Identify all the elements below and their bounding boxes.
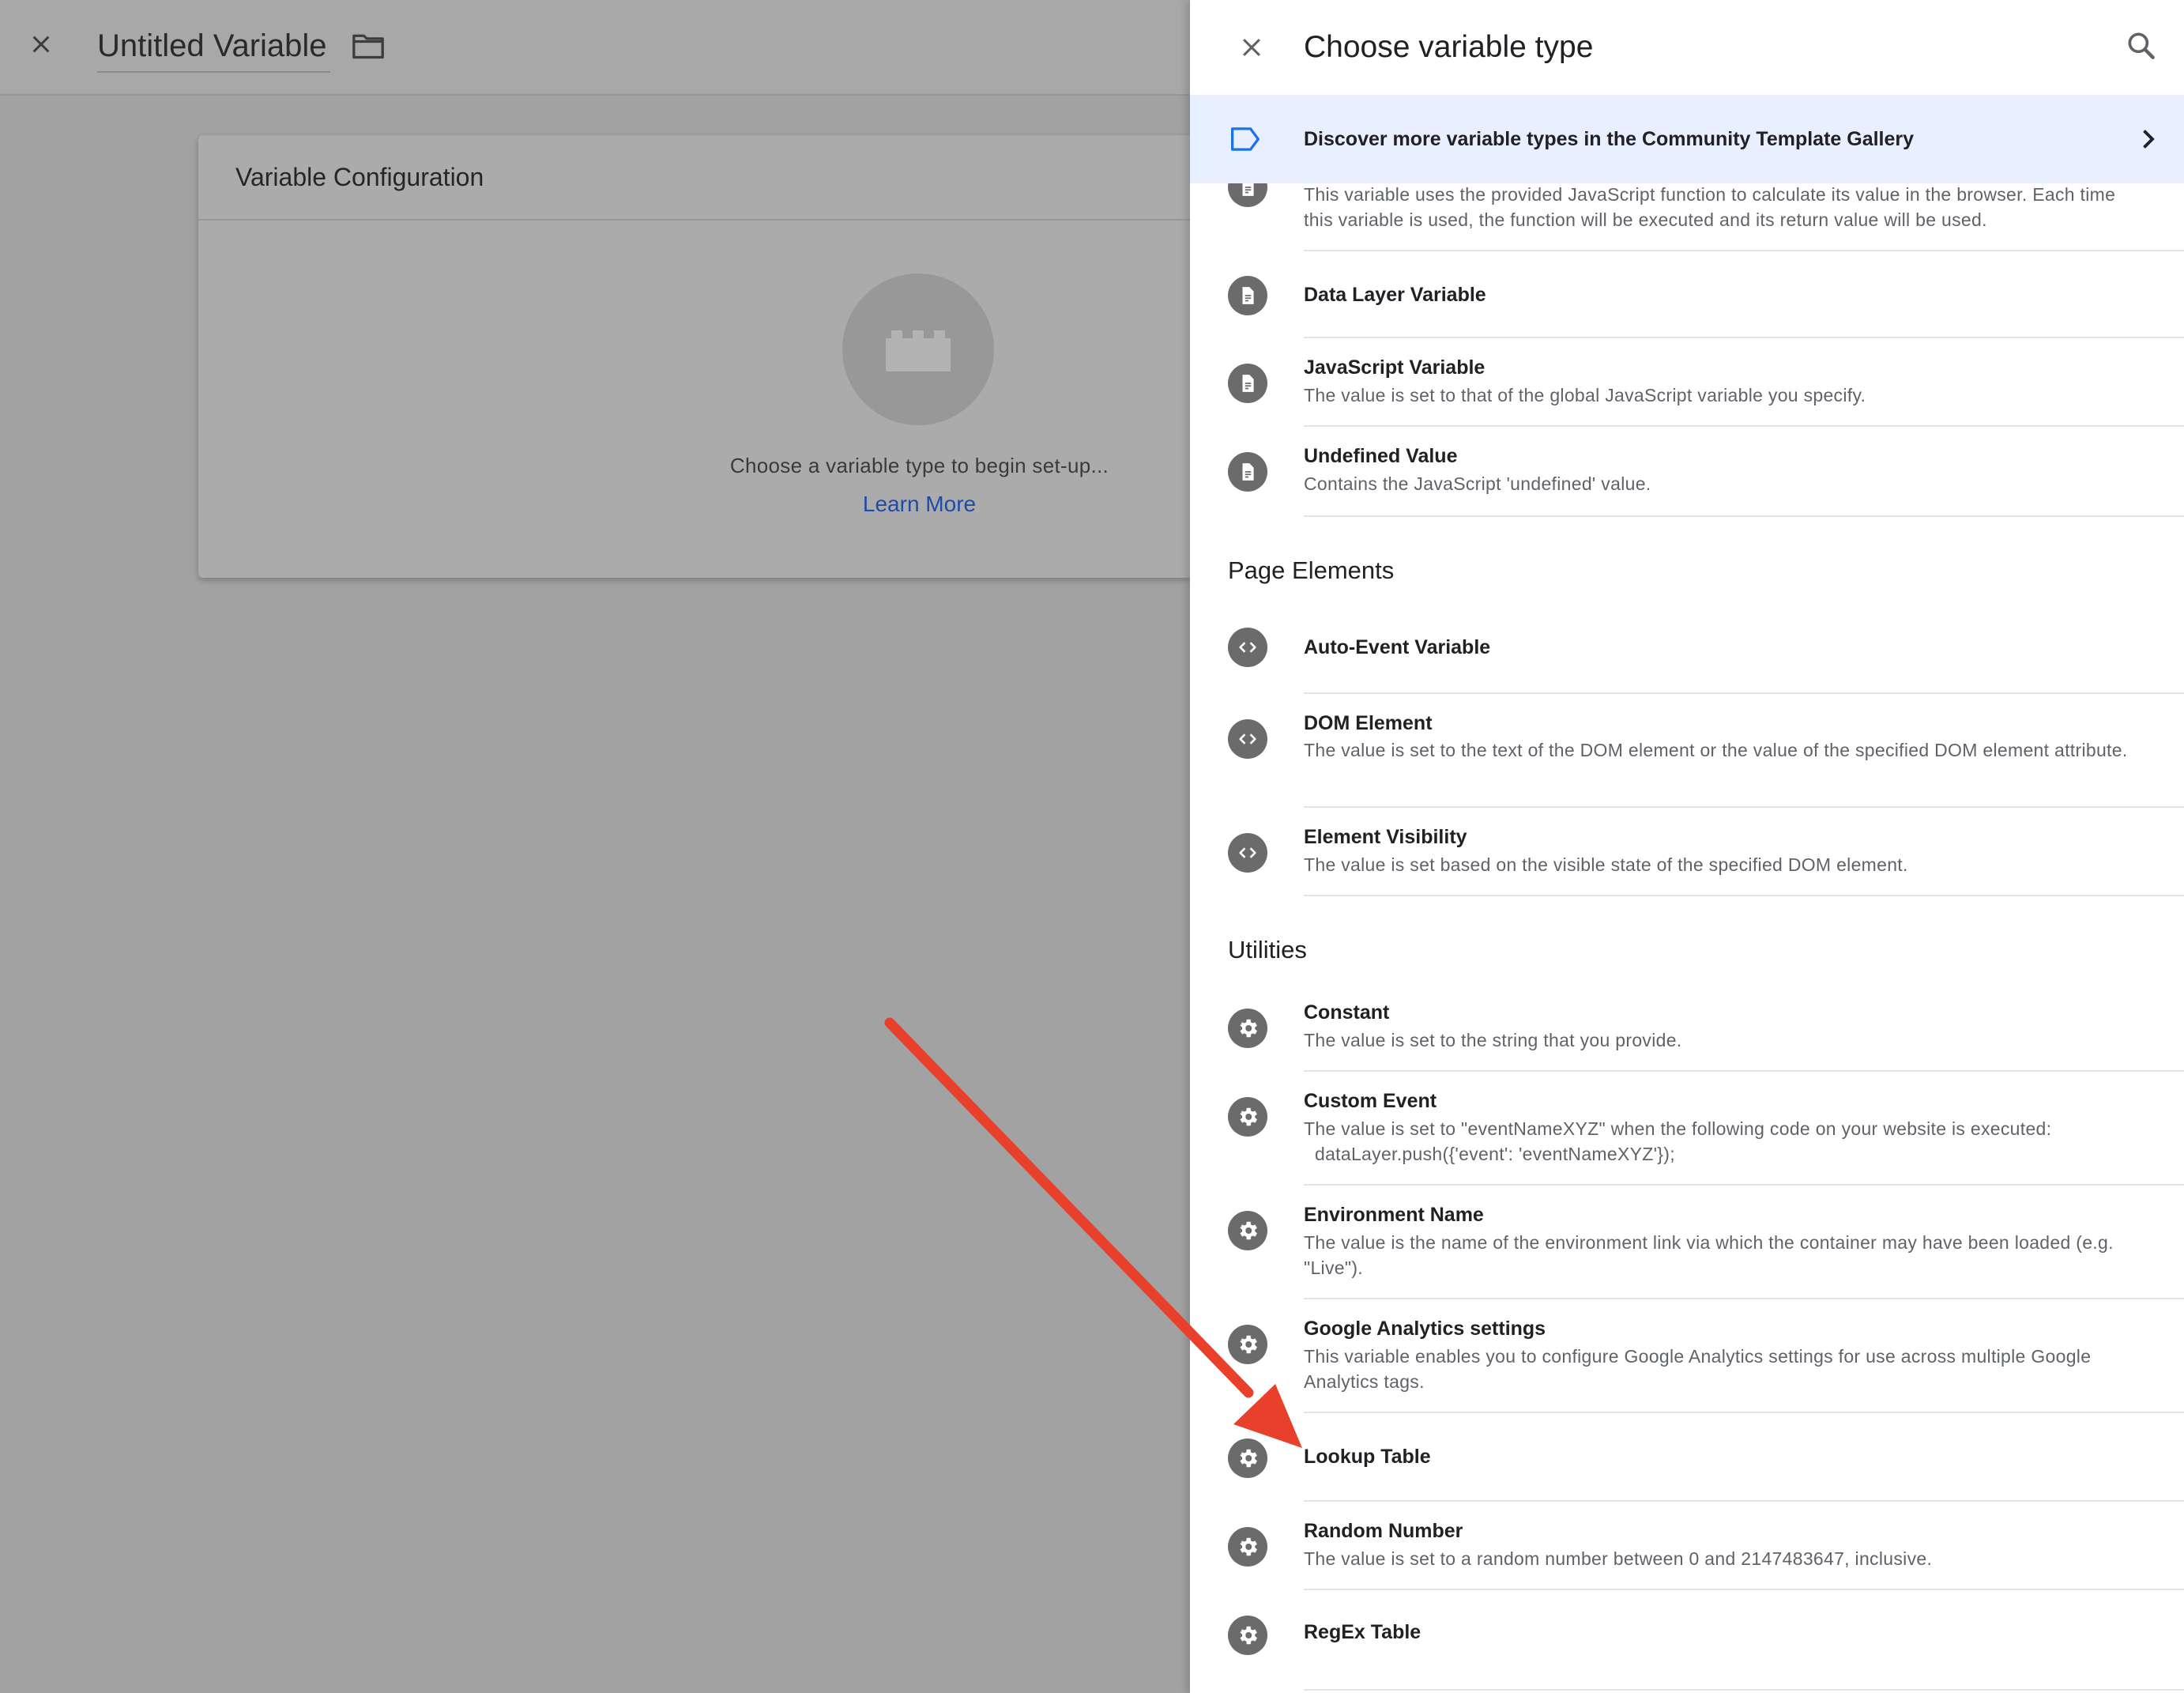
- list-item-data-layer-variable[interactable]: Data Layer Variable: [1190, 251, 2184, 338]
- list-item-dom-element[interactable]: DOM Element The value is set to the text…: [1190, 694, 2184, 808]
- variable-name-field[interactable]: Untitled Variable: [97, 21, 330, 73]
- list-item-desc: The value is the name of the environment…: [1304, 1232, 2114, 1278]
- list-item-title: Data Layer Variable: [1304, 284, 1486, 306]
- config-card-title: Variable Configuration: [198, 135, 1190, 221]
- list-item-desc: This variable enables you to configure G…: [1304, 1346, 2092, 1392]
- editor-top-bar: Untitled Variable: [0, 0, 1190, 96]
- list-item-title: Element Visibility: [1304, 826, 1467, 848]
- list-item-title: RegEx Table: [1304, 1621, 1421, 1643]
- document-icon: [1228, 276, 1267, 315]
- list-item-code-snippet: dataLayer.push({'event': 'eventNameXYZ'}…: [1315, 1144, 1675, 1164]
- gear-icon: [1228, 1438, 1267, 1478]
- list-item-title: Auto-Event Variable: [1304, 636, 1491, 658]
- list-item-undefined-value[interactable]: Undefined Value Contains the JavaScript …: [1190, 427, 2184, 517]
- gear-icon: [1228, 1211, 1267, 1250]
- list-item-title: JavaScript Variable: [1304, 356, 1485, 379]
- list-item-environment-name[interactable]: Environment Name The value is the name o…: [1190, 1186, 2184, 1299]
- list-item-element-visibility[interactable]: Element Visibility The value is set base…: [1190, 808, 2184, 896]
- list-item-desc: The value is set to a random number betw…: [1304, 1548, 1933, 1569]
- folder-icon[interactable]: [351, 30, 386, 62]
- gear-icon: [1228, 1616, 1267, 1655]
- chevron-right-icon: [2133, 125, 2162, 153]
- gear-icon: [1228, 1009, 1267, 1048]
- divider: [1304, 1689, 2184, 1691]
- gear-icon: [1228, 1325, 1267, 1364]
- list-item-title: Custom Event: [1304, 1090, 1437, 1112]
- list-item-custom-event[interactable]: Custom Event The value is set to "eventN…: [1190, 1072, 2184, 1186]
- list-item-title: Lookup Table: [1304, 1446, 1431, 1468]
- search-icon[interactable]: [2124, 28, 2162, 66]
- list-item-desc: Contains the JavaScript 'undefined' valu…: [1304, 473, 1651, 494]
- list-item-desc: The value is set to the text of the DOM …: [1304, 740, 2128, 760]
- list-item-title: Environment Name: [1304, 1204, 1484, 1226]
- document-icon: [1228, 452, 1267, 492]
- variable-editor: Untitled Variable Variable Configuration…: [0, 0, 1190, 1693]
- choose-variable-type-panel: Choose variable type This variable uses …: [1190, 0, 2184, 1693]
- gear-icon: [1228, 1527, 1267, 1567]
- panel-header: Choose variable type: [1190, 0, 2184, 95]
- list-item-auto-event-variable[interactable]: Auto-Event Variable: [1190, 605, 2184, 694]
- code-icon: [1228, 719, 1267, 759]
- variable-configuration-card[interactable]: Variable Configuration Choose a variable…: [198, 135, 1190, 578]
- code-icon: [1228, 628, 1267, 667]
- list-item-desc: The value is set based on the visible st…: [1304, 854, 1908, 875]
- close-panel-icon[interactable]: [1229, 28, 1274, 66]
- list-item-regex-table[interactable]: RegEx Table: [1190, 1590, 2184, 1691]
- lego-brick-icon[interactable]: [842, 273, 994, 425]
- community-template-gallery-banner[interactable]: Discover more variable types in the Comm…: [1190, 95, 2184, 183]
- divider: [1304, 895, 2184, 896]
- list-item-desc: The value is set to the string that you …: [1304, 1030, 1682, 1050]
- list-item-javascript-variable[interactable]: JavaScript Variable The value is set to …: [1190, 338, 2184, 427]
- list-item-desc: The value is set to that of the global J…: [1304, 385, 1866, 405]
- tag-icon: [1229, 125, 1261, 153]
- section-heading-page-elements: Page Elements: [1228, 556, 1395, 584]
- document-icon: [1228, 364, 1267, 403]
- list-item-google-analytics-settings[interactable]: Google Analytics settings This variable …: [1190, 1299, 2184, 1413]
- list-item-title: Random Number: [1304, 1520, 1463, 1542]
- list-item-title: Constant: [1304, 1001, 1390, 1024]
- list-item-desc: The value is set to "eventNameXYZ" when …: [1304, 1118, 2052, 1139]
- close-editor-icon[interactable]: [22, 25, 60, 63]
- gear-icon: [1228, 1097, 1267, 1137]
- panel-title: Choose variable type: [1304, 30, 1594, 64]
- divider: [1304, 515, 2184, 517]
- list-item-title: Google Analytics settings: [1304, 1318, 1546, 1340]
- section-heading-utilities: Utilities: [1228, 936, 1307, 963]
- list-item-title: DOM Element: [1304, 712, 1433, 734]
- list-item-desc: This variable uses the provided JavaScri…: [1304, 184, 2116, 230]
- list-item-constant[interactable]: Constant The value is set to the string …: [1190, 983, 2184, 1072]
- list-item-title: Undefined Value: [1304, 445, 1458, 467]
- list-item-custom-javascript[interactable]: This variable uses the provided JavaScri…: [1190, 168, 2184, 251]
- list-item-random-number[interactable]: Random Number The value is set to a rand…: [1190, 1502, 2184, 1590]
- gallery-banner-text: Discover more variable types in the Comm…: [1304, 128, 1915, 150]
- list-item-lookup-table[interactable]: Lookup Table: [1190, 1413, 2184, 1502]
- code-icon: [1228, 833, 1267, 873]
